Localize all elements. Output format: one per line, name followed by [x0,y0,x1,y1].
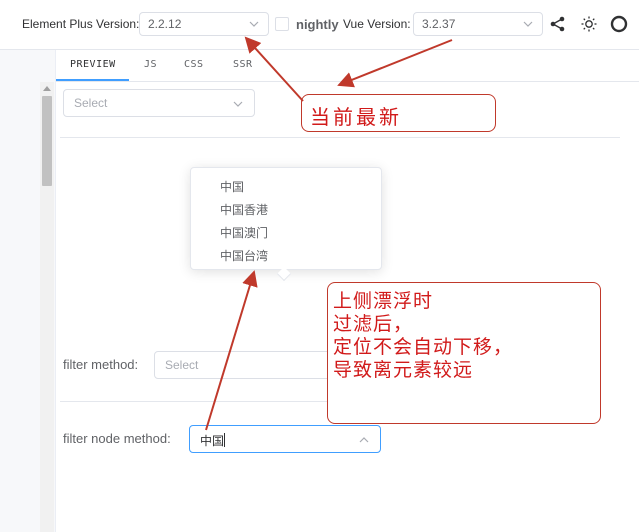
vue-version-label: Vue Version: [343,17,411,31]
filter-input-value: 中国 [200,434,225,448]
text-caret [224,433,225,447]
active-tab-indicator [56,79,129,81]
tab-ssr[interactable]: SSR [233,59,253,70]
annotation-line: 过滤后， [333,313,414,335]
dropdown-option[interactable]: 中国澳门 [220,224,268,241]
dropdown-option[interactable]: 中国香港 [220,201,268,218]
element-plus-version-value: 2.2.12 [148,17,182,31]
app-header: Element Plus Version: 2.2.12 nightly Vue… [0,0,639,50]
select-placeholder: Select [74,96,108,110]
dropdown-option[interactable]: 中国台湾 [220,247,268,264]
tab-css[interactable]: CSS [184,59,204,70]
section-divider [60,137,620,138]
filter-method-select[interactable]: Select [154,351,344,379]
chevron-down-icon [233,101,243,107]
annotation-line: 定位不会自动下移， [333,336,514,358]
element-plus-version-label: Element Plus Version: [22,17,140,31]
chevron-up-icon [359,437,369,443]
tree-select-dropdown: 中国 中国香港 中国澳门 中国台湾 [190,167,382,270]
vue-version-select[interactable]: 3.2.37 [413,12,543,36]
chevron-down-icon [249,21,259,27]
filter-method-label: filter method: [63,357,139,372]
scrollbar-thumb[interactable] [42,96,52,186]
element-plus-version-select[interactable]: 2.2.12 [139,12,269,36]
select-placeholder: Select [165,358,199,372]
editor-tabs: PREVIEW JS CSS SSR [56,50,639,82]
filter-node-method-label: filter node method: [63,431,171,446]
dropdown-option[interactable]: 中国 [220,178,244,195]
sun-icon[interactable] [580,15,598,33]
vue-version-value: 3.2.37 [422,17,456,31]
annotation-line: 上侧漂浮时 [333,290,434,312]
scroll-up-icon[interactable] [43,86,51,91]
nightly-checkbox[interactable] [275,17,289,31]
github-icon[interactable] [610,15,628,33]
nightly-label[interactable]: nightly [296,17,339,32]
filter-node-method-input[interactable]: 中国 [189,425,381,453]
tab-preview[interactable]: PREVIEW [70,59,116,70]
tab-js[interactable]: JS [144,59,157,70]
section-divider [60,401,328,402]
share-icon[interactable] [549,15,567,33]
annotation-latest-version: 当前最新 [301,94,496,132]
annotation-bug-description: 上侧漂浮时 过滤后， 定位不会自动下移， 导致离元素较远 [327,282,601,424]
chevron-down-icon [523,21,533,27]
annotation-line: 导致离元素较远 [333,359,474,381]
top-select[interactable]: Select [63,89,255,117]
